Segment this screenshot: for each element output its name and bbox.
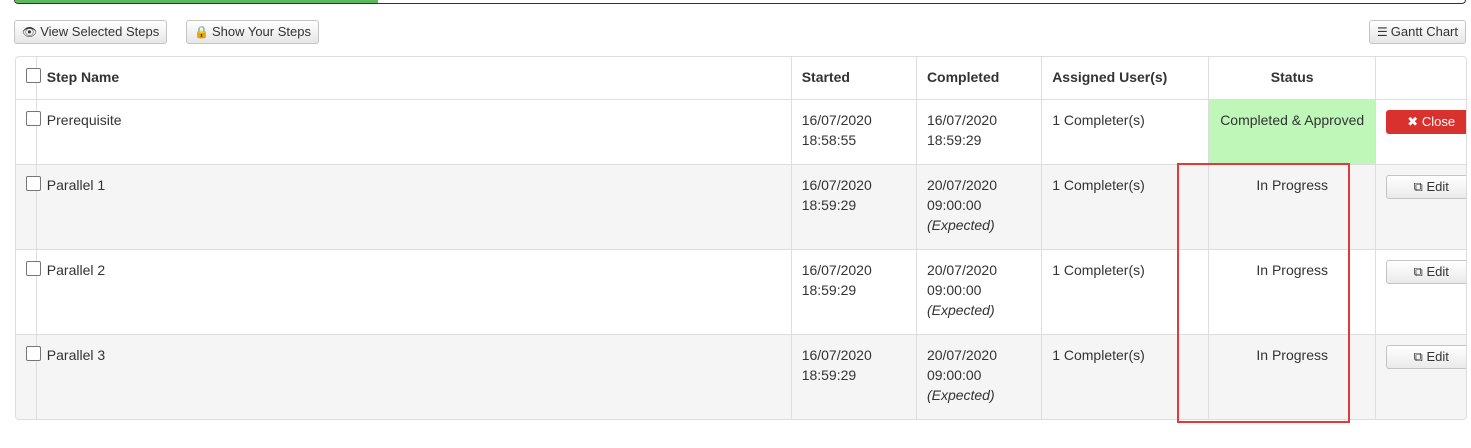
started-cell: 16/07/2020 18:59:29 xyxy=(791,249,917,335)
progress-bar xyxy=(14,0,1466,4)
table-row: Parallel 2 16/07/2020 18:59:29 20/07/2020… xyxy=(16,249,1466,335)
external-link-icon: ⧉ xyxy=(1413,349,1423,364)
gantt-icon: ☰ xyxy=(1377,25,1388,39)
started-date: 16/07/2020 xyxy=(801,347,872,363)
started-date: 16/07/2020 xyxy=(801,177,872,193)
assigned-users-cell: 1 Completer(s) xyxy=(1041,99,1210,165)
completed-cell: 20/07/2020 09:00:00 (Expected) xyxy=(916,334,1043,419)
row-select-cell xyxy=(16,334,41,419)
step-name-cell: Parallel 1 xyxy=(36,164,792,250)
started-date: 16/07/2020 xyxy=(801,262,872,278)
edit-button[interactable]: ⧉ Edit xyxy=(1386,345,1466,369)
step-name-cell: Prerequisite xyxy=(36,99,792,165)
gantt-chart-label: Gantt Chart xyxy=(1390,24,1458,39)
edit-button-label: Edit xyxy=(1426,264,1449,279)
started-time: 18:58:55 xyxy=(801,132,857,148)
status-cell: In Progress xyxy=(1208,164,1377,250)
select-all-checkbox[interactable] xyxy=(26,68,41,83)
completed-date: 16/07/2020 xyxy=(926,112,998,128)
external-link-icon: ⧉ xyxy=(1413,264,1423,279)
view-selected-steps-button[interactable]: 👁 View Selected Steps xyxy=(14,20,168,44)
started-time: 18:59:29 xyxy=(801,367,857,383)
completed-time: 09:00:00 xyxy=(926,367,982,383)
assigned-users-cell: 1 Completer(s) xyxy=(1041,249,1210,335)
show-your-steps-button[interactable]: 🔒 Show Your Steps xyxy=(186,20,319,44)
row-checkbox[interactable] xyxy=(26,261,41,276)
row-select-cell xyxy=(16,164,41,250)
action-cell: ✖ Close xyxy=(1375,99,1466,165)
close-icon: ✖ xyxy=(1407,114,1419,129)
status-cell: In Progress xyxy=(1208,334,1377,419)
external-link-icon: ⧉ xyxy=(1413,179,1423,194)
started-date: 16/07/2020 xyxy=(801,112,872,128)
action-cell: ⧉ Edit xyxy=(1375,164,1466,250)
table-row: Parallel 1 16/07/2020 18:59:29 20/07/2020… xyxy=(16,164,1466,250)
started-time: 18:59:29 xyxy=(801,282,857,298)
row-select-cell xyxy=(16,99,41,165)
completed-time: 18:59:29 xyxy=(926,132,982,148)
row-checkbox[interactable] xyxy=(26,176,41,191)
close-button[interactable]: ✖ Close xyxy=(1386,110,1466,134)
action-cell: ⧉ Edit xyxy=(1375,249,1466,335)
edit-button-label: Edit xyxy=(1426,179,1449,194)
completed-cell: 20/07/2020 09:00:00 (Expected) xyxy=(916,249,1043,335)
table-row: Parallel 3 16/07/2020 18:59:29 20/07/2020… xyxy=(16,334,1466,420)
edit-button-label: Edit xyxy=(1426,349,1449,364)
completed-note: (Expected) xyxy=(926,302,995,318)
step-name-cell: Parallel 3 xyxy=(36,334,792,419)
assigned-users-cell: 1 Completer(s) xyxy=(1041,334,1210,419)
toolbar: 👁 View Selected Steps 🔒 Show Your Steps ☰ G… xyxy=(14,20,1466,44)
completed-time: 09:00:00 xyxy=(926,282,982,298)
header-actions xyxy=(1375,57,1466,100)
action-cell: ⧉ Edit xyxy=(1376,335,1466,420)
close-button-label: Close xyxy=(1421,114,1456,129)
edit-button[interactable]: ⧉ Edit xyxy=(1386,260,1466,284)
completed-time: 09:00:00 xyxy=(926,197,982,213)
started-cell: 16/07/2020 18:58:55 xyxy=(791,99,917,165)
edit-button[interactable]: ⧉ Edit xyxy=(1386,175,1466,199)
row-checkbox[interactable] xyxy=(26,111,41,126)
completed-cell: 16/07/2020 18:59:29 xyxy=(916,99,1043,165)
table-row: Prerequisite 16/07/2020 18:58:55 16/07/20… xyxy=(16,99,1466,165)
started-cell: 16/07/2020 18:59:29 xyxy=(791,334,917,419)
row-checkbox[interactable] xyxy=(26,346,41,361)
completed-note: (Expected) xyxy=(926,387,995,403)
row-select-cell xyxy=(16,249,41,335)
header-completed[interactable]: Completed xyxy=(916,57,1043,100)
progress-bar-fill xyxy=(15,0,378,3)
completed-date: 20/07/2020 xyxy=(926,177,998,193)
eye-icon: 👁 xyxy=(22,25,38,39)
started-cell: 16/07/2020 18:59:29 xyxy=(791,164,917,250)
status-cell: Completed & Approved xyxy=(1208,99,1377,165)
header-started[interactable]: Started xyxy=(791,57,917,100)
header-assigned-users[interactable]: Assigned User(s) xyxy=(1041,57,1210,100)
completed-note: (Expected) xyxy=(926,217,995,233)
table-header-row: Step Name Started Completed Assigned Use… xyxy=(16,57,1466,100)
view-selected-steps-label: View Selected Steps xyxy=(40,24,160,39)
completed-date: 20/07/2020 xyxy=(926,347,998,363)
header-step-name[interactable]: Step Name xyxy=(36,57,792,100)
select-all-header xyxy=(16,57,41,100)
started-time: 18:59:29 xyxy=(801,197,857,213)
completed-date: 20/07/2020 xyxy=(926,262,998,278)
show-your-steps-label: Show Your Steps xyxy=(211,24,311,39)
header-status[interactable]: Status xyxy=(1208,57,1377,100)
step-name-cell: Parallel 2 xyxy=(36,249,792,335)
lock-icon: 🔒 xyxy=(194,25,209,39)
assigned-users-cell: 1 Completer(s) xyxy=(1041,164,1210,250)
steps-table: Step Name Started Completed Assigned Use… xyxy=(15,56,1467,420)
gantt-chart-button[interactable]: ☰ Gantt Chart xyxy=(1369,20,1466,44)
status-cell: In Progress xyxy=(1208,249,1377,335)
completed-cell: 20/07/2020 09:00:00 (Expected) xyxy=(916,164,1043,250)
